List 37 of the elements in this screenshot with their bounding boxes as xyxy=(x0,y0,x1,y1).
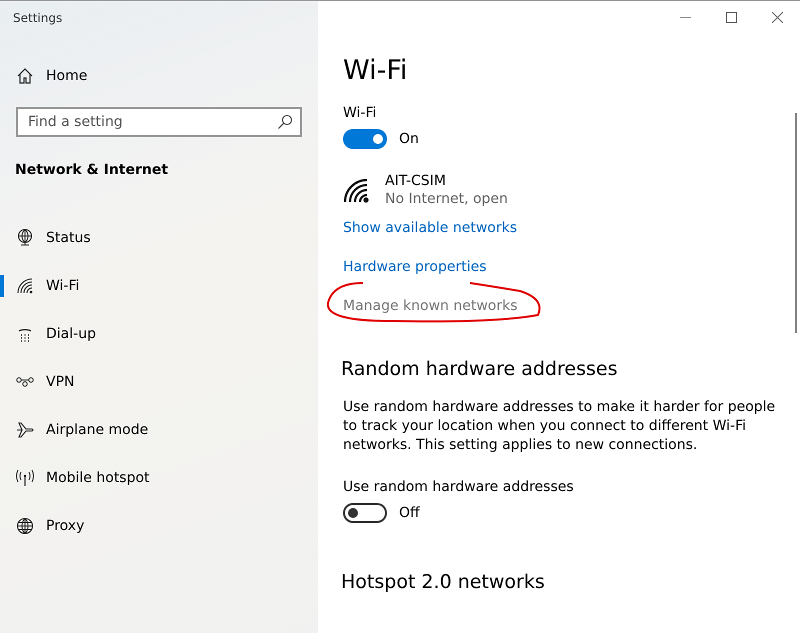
home-nav-item[interactable]: Home xyxy=(15,65,88,87)
nav-item[interactable]: Status xyxy=(46,230,91,246)
nav-item[interactable]: VPN xyxy=(46,374,74,390)
setting-label: Use random hardware addresses xyxy=(343,479,574,495)
section-heading: Random hardware addresses xyxy=(341,358,618,380)
toggle-state: On xyxy=(399,131,419,147)
airplane-icon xyxy=(15,420,35,440)
minimize-icon xyxy=(680,16,690,18)
section-heading: Hotspot 2.0 networks xyxy=(341,571,545,593)
nav-item[interactable]: Airplane mode xyxy=(46,422,148,438)
toggle-switch[interactable] xyxy=(343,129,387,149)
globe-monitor-icon xyxy=(15,228,35,248)
wifi-signal-icon xyxy=(343,177,371,203)
search-icon xyxy=(277,114,293,130)
toggle-switch[interactable] xyxy=(343,503,387,523)
wifi-icon xyxy=(15,276,35,296)
window-title: Settings xyxy=(12,10,64,27)
nav-item[interactable]: Proxy xyxy=(46,518,84,534)
search-field[interactable]: Find a setting xyxy=(16,107,302,137)
link[interactable]: Show available networks xyxy=(343,219,518,238)
network-status: No Internet, open xyxy=(385,191,508,207)
section-title: Network & Internet xyxy=(15,162,168,178)
globe-icon xyxy=(15,516,35,536)
nav-item[interactable]: Wi-Fi xyxy=(46,278,80,294)
toggle-state: Off xyxy=(399,505,420,521)
home-icon xyxy=(15,66,35,86)
antenna-icon xyxy=(15,468,35,488)
nav-item[interactable]: Dial-up xyxy=(46,326,96,342)
nav-item[interactable]: Mobile hotspot xyxy=(46,470,150,486)
link[interactable]: Hardware properties xyxy=(343,258,486,277)
maximize-icon xyxy=(726,12,736,22)
page-title: Wi-Fi xyxy=(343,54,408,88)
close-icon xyxy=(772,12,782,22)
setting-label: Wi-Fi xyxy=(343,105,376,121)
scrollbar[interactable] xyxy=(795,113,797,333)
network-name: AIT-CSIM xyxy=(385,173,447,189)
section-description: Use random hardware addresses to make it harder for people to track your location when you connect to different Wi-Fi networks. This setting applies to new connections. xyxy=(343,398,776,455)
